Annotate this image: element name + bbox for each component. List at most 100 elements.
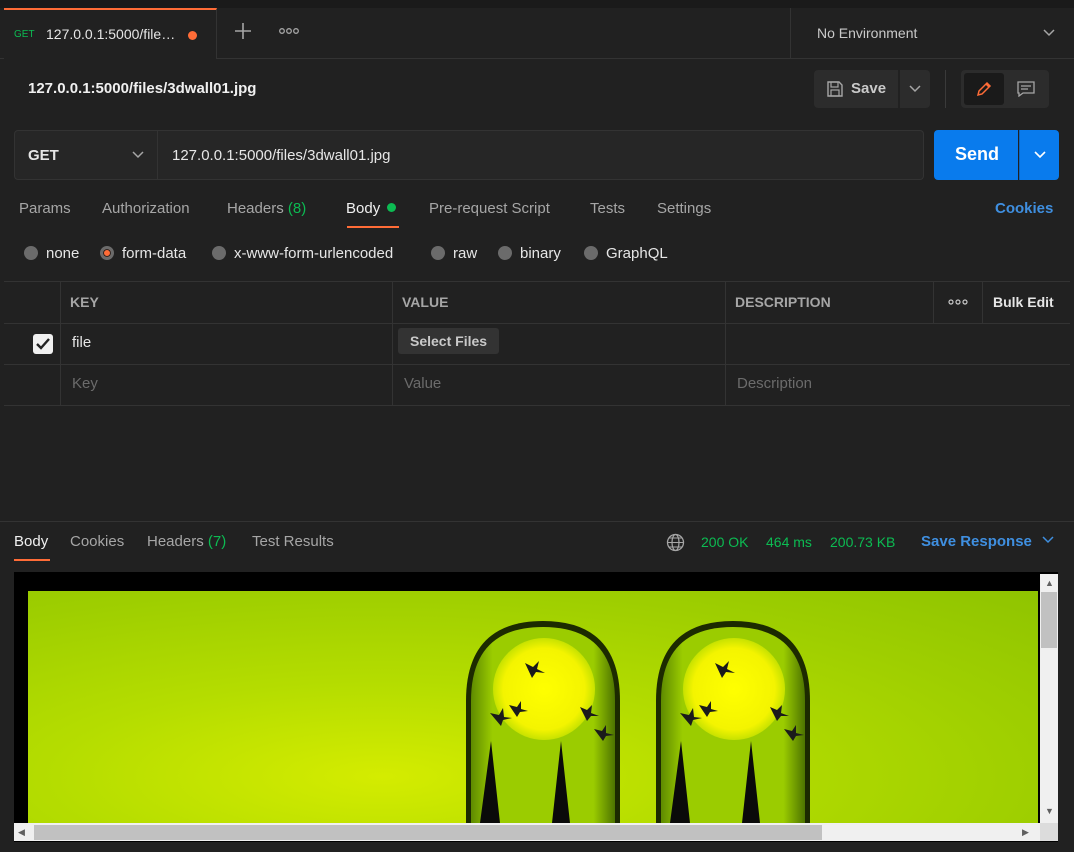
table-options-button[interactable] [933, 282, 983, 323]
tab-prerequest-script[interactable]: Pre-request Script [429, 200, 550, 217]
environment-selector[interactable]: No Environment [790, 8, 1074, 58]
response-image-viewer[interactable] [14, 572, 1058, 842]
radio-icon [431, 246, 445, 260]
tab-params[interactable]: Params [19, 200, 71, 217]
send-label: Send [955, 144, 1000, 164]
active-tab-underline [14, 559, 50, 561]
table-row: file Select Files [4, 323, 1070, 365]
radio-icon [24, 246, 38, 260]
cookies-link[interactable]: Cookies [995, 200, 1053, 217]
table-header-row: KEY VALUE DESCRIPTION Bulk Edit [4, 282, 1070, 324]
body-indicator-icon [387, 203, 397, 212]
method-select[interactable]: GET [14, 130, 158, 180]
radio-binary[interactable]: binary [498, 245, 561, 262]
new-description-input[interactable]: Description [725, 364, 1070, 405]
scroll-down-icon[interactable]: ▼ [1045, 806, 1054, 816]
globe-icon[interactable] [666, 533, 685, 552]
tab-headers[interactable]: Headers (8) [227, 200, 306, 217]
radio-urlencoded-label: x-www-form-urlencoded [234, 245, 394, 262]
edit-mode-button[interactable] [964, 73, 1004, 105]
save-button[interactable]: Save [814, 70, 898, 108]
radio-icon [498, 246, 512, 260]
response-image [28, 591, 1038, 823]
radio-form-data[interactable]: form-data [100, 245, 186, 262]
radio-urlencoded[interactable]: x-www-form-urlencoded [212, 245, 393, 262]
radio-selected-icon [100, 246, 114, 260]
radio-graphql[interactable]: GraphQL [584, 245, 668, 262]
vertical-scroll-thumb[interactable] [1041, 592, 1057, 648]
new-tab-button[interactable] [232, 20, 254, 42]
unsaved-dot-icon [188, 31, 197, 40]
plus-icon [235, 23, 251, 39]
response-size[interactable]: 200.73 KB [830, 534, 895, 550]
response-tab-body[interactable]: Body [14, 533, 48, 550]
more-dots-icon [279, 28, 299, 34]
tab-more-button[interactable] [278, 22, 300, 40]
response-tab-test-results[interactable]: Test Results [252, 533, 334, 550]
response-tab-headers-label: Headers [147, 533, 204, 550]
radio-none[interactable]: none [24, 245, 79, 262]
response-divider [0, 521, 1074, 522]
scroll-corner [1040, 823, 1058, 841]
save-response-button[interactable]: Save Response [921, 533, 1054, 550]
window-edge [0, 0, 1074, 8]
tab-authorization[interactable]: Authorization [102, 200, 190, 217]
tab-body[interactable]: Body [346, 200, 397, 217]
new-value-input[interactable]: Value [392, 364, 726, 405]
scroll-up-icon[interactable]: ▲ [1045, 578, 1054, 588]
bulk-edit-button[interactable]: Bulk Edit [993, 294, 1054, 310]
column-header-description: DESCRIPTION [735, 294, 831, 310]
tab-settings[interactable]: Settings [657, 200, 711, 217]
select-files-button[interactable]: Select Files [398, 328, 499, 354]
key-cell[interactable]: file [60, 323, 393, 364]
radio-icon [212, 246, 226, 260]
send-dropdown-button[interactable] [1019, 130, 1059, 180]
key-text: file [72, 334, 92, 351]
environment-label: No Environment [817, 25, 918, 41]
description-placeholder: Description [737, 375, 813, 392]
form-data-table: KEY VALUE DESCRIPTION Bulk Edit file Sel… [4, 281, 1070, 406]
response-time[interactable]: 464 ms [766, 534, 812, 550]
chevron-down-icon [1034, 151, 1046, 159]
response-tab-cookies[interactable]: Cookies [70, 533, 124, 550]
column-header-key: KEY [70, 294, 99, 310]
request-tab[interactable]: GET 127.0.0.1:5000/file… [4, 8, 217, 59]
more-dots-icon [948, 299, 968, 305]
chevron-down-icon [1042, 536, 1054, 544]
scroll-left-icon[interactable]: ◀ [18, 827, 25, 838]
request-title[interactable]: 127.0.0.1:5000/files/3dwall01.jpg [28, 80, 256, 97]
status-code[interactable]: 200 OK [701, 534, 748, 550]
radio-raw[interactable]: raw [431, 245, 477, 262]
description-cell[interactable] [725, 323, 1070, 364]
divider [945, 70, 946, 108]
horizontal-scroll-thumb[interactable] [34, 825, 822, 840]
comments-button[interactable] [1006, 73, 1046, 105]
table-row: Key Value Description [4, 364, 1070, 406]
tab-method: GET [14, 29, 35, 40]
radio-icon [584, 246, 598, 260]
url-input[interactable] [158, 130, 924, 180]
chevron-down-icon [132, 151, 144, 159]
radio-form-data-label: form-data [122, 245, 187, 262]
select-files-label: Select Files [410, 333, 488, 349]
comment-icon [1017, 81, 1035, 97]
tab-title: 127.0.0.1:5000/file… [46, 26, 176, 42]
save-icon [827, 81, 843, 97]
value-cell: Select Files [392, 323, 726, 364]
tab-tests[interactable]: Tests [590, 200, 625, 217]
column-header-value: VALUE [402, 294, 449, 310]
response-tab-headers[interactable]: Headers (7) [147, 533, 226, 550]
new-key-input[interactable]: Key [60, 364, 393, 405]
chevron-down-icon [909, 85, 921, 93]
scroll-right-icon[interactable]: ▶ [1022, 827, 1029, 838]
send-button[interactable]: Send [934, 130, 1018, 180]
tab-body-label: Body [346, 200, 381, 217]
chevron-down-icon [1043, 29, 1055, 37]
row-checkbox[interactable] [33, 334, 53, 354]
tab-headers-label: Headers [227, 200, 284, 217]
radio-none-label: none [46, 245, 80, 262]
radio-binary-label: binary [520, 245, 561, 262]
radio-raw-label: raw [453, 245, 478, 262]
save-dropdown-button[interactable] [900, 70, 930, 108]
value-placeholder: Value [404, 375, 442, 392]
